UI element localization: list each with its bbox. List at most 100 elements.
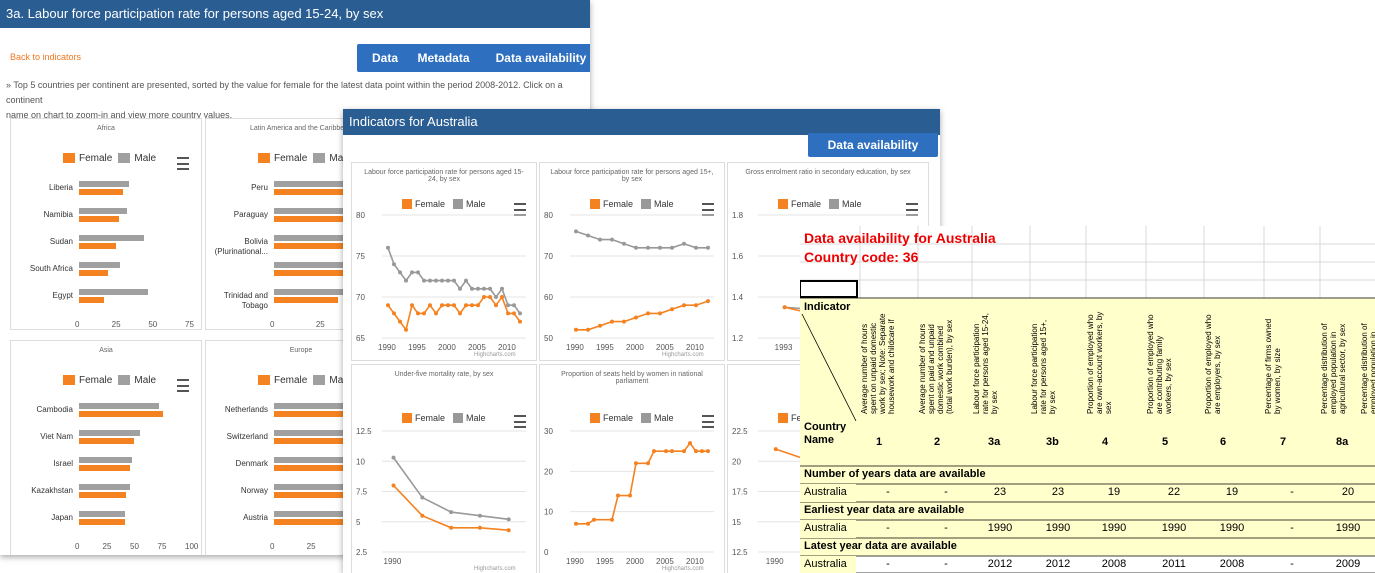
female-bar[interactable] <box>274 519 348 525</box>
value-cell[interactable]: 1990 <box>1328 522 1368 534</box>
category-label[interactable]: Egypt <box>11 291 73 301</box>
male-series-point[interactable] <box>420 495 425 500</box>
category-label[interactable]: Peru <box>206 183 268 193</box>
female-series-point[interactable] <box>586 327 590 332</box>
male-series-point[interactable] <box>506 517 511 522</box>
female-series-point[interactable] <box>392 311 396 316</box>
female-series-point[interactable] <box>646 461 650 466</box>
country-cell[interactable]: Australia <box>804 486 847 498</box>
female-series-point[interactable] <box>488 295 492 299</box>
female-series-point[interactable] <box>446 303 450 308</box>
female-series-point[interactable] <box>694 303 698 308</box>
male-bar[interactable] <box>79 262 121 268</box>
male-bar[interactable] <box>79 181 129 187</box>
male-series-point[interactable] <box>422 278 426 283</box>
male-series-point[interactable] <box>482 286 486 291</box>
male-series-point[interactable] <box>518 311 522 316</box>
female-series-point[interactable] <box>700 449 704 454</box>
male-series-point[interactable] <box>682 241 686 246</box>
female-series-point[interactable] <box>500 295 504 299</box>
indicator-chart[interactable]: Proportion of seats held by women in nat… <box>539 364 725 573</box>
male-series-point[interactable] <box>428 278 432 283</box>
category-label[interactable]: Sudan <box>11 237 73 247</box>
female-series-point[interactable] <box>628 493 632 498</box>
male-series-point[interactable] <box>398 270 402 275</box>
category-label[interactable]: Namibia <box>11 210 73 220</box>
male-series-point[interactable] <box>706 245 710 250</box>
category-label[interactable]: Japan <box>11 513 73 523</box>
chart-menu-icon[interactable] <box>177 157 189 170</box>
male-series-point[interactable] <box>458 286 462 291</box>
male-series-point[interactable] <box>464 278 468 283</box>
female-bar[interactable] <box>79 438 134 444</box>
female-series-point[interactable] <box>410 303 414 308</box>
female-series-point[interactable] <box>404 327 408 332</box>
value-cell[interactable]: - <box>926 558 966 570</box>
value-cell[interactable]: 19 <box>1368 522 1375 534</box>
male-series-line[interactable] <box>575 230 708 249</box>
female-series-point[interactable] <box>682 303 686 308</box>
male-series-point[interactable] <box>494 295 498 299</box>
male-bar[interactable] <box>79 235 144 241</box>
male-series-point[interactable] <box>646 245 650 250</box>
female-series-point[interactable] <box>782 305 787 310</box>
female-series-point[interactable] <box>482 295 486 299</box>
indicator-chart[interactable]: Labour force participation rate for pers… <box>539 162 725 361</box>
category-label[interactable]: Netherlands <box>206 405 268 415</box>
male-series-point[interactable] <box>470 286 474 291</box>
male-series-point[interactable] <box>449 510 454 515</box>
value-cell[interactable]: - <box>926 522 966 534</box>
female-series-point[interactable] <box>518 319 522 324</box>
female-bar[interactable] <box>79 519 126 525</box>
female-series-point[interactable] <box>610 517 614 522</box>
female-series-point[interactable] <box>688 441 692 446</box>
male-bar[interactable] <box>79 484 130 490</box>
category-label[interactable]: Viet Nam <box>11 432 73 442</box>
female-bar[interactable] <box>79 411 163 417</box>
female-series-line[interactable] <box>392 484 509 532</box>
male-bar[interactable] <box>79 457 132 463</box>
male-series-point[interactable] <box>598 237 602 242</box>
male-series-point[interactable] <box>410 270 414 275</box>
male-series-point[interactable] <box>622 241 626 246</box>
female-series-point[interactable] <box>664 449 668 454</box>
male-series-point[interactable] <box>477 513 482 518</box>
female-bar[interactable] <box>274 216 350 222</box>
category-label[interactable]: Trinidad and Tobago <box>206 291 268 311</box>
female-series-point[interactable] <box>440 303 444 308</box>
data-button[interactable]: Data <box>357 44 413 72</box>
female-series-point[interactable] <box>506 528 511 533</box>
value-cell[interactable]: 2012 <box>980 558 1020 570</box>
value-cell[interactable]: 19 <box>1094 486 1134 498</box>
male-series-point[interactable] <box>416 270 420 275</box>
indicator-chart[interactable]: Labour force participation rate for pers… <box>351 162 537 361</box>
male-series-point[interactable] <box>440 278 444 283</box>
indicator-chart[interactable]: Under-five mortality rate, by sex Female M… <box>351 364 537 573</box>
male-bar[interactable] <box>79 208 128 214</box>
female-series-line[interactable] <box>576 300 709 331</box>
female-series-point[interactable] <box>574 521 578 526</box>
female-series-point[interactable] <box>458 311 462 316</box>
male-series-point[interactable] <box>658 245 662 250</box>
value-cell[interactable]: - <box>926 486 966 498</box>
value-cell[interactable]: 1990 <box>1154 522 1194 534</box>
male-series-point[interactable] <box>392 262 396 267</box>
male-bar[interactable] <box>79 430 140 436</box>
female-series-point[interactable] <box>391 483 396 488</box>
female-series-point[interactable] <box>634 461 638 466</box>
male-series-point[interactable] <box>386 245 390 250</box>
female-series-point[interactable] <box>682 449 686 454</box>
category-label[interactable]: Bolivia (Plurinational... <box>206 237 268 257</box>
male-series-point[interactable] <box>500 286 504 291</box>
female-series-line[interactable] <box>387 295 521 332</box>
value-cell[interactable]: 2012 <box>1038 558 1078 570</box>
female-series-point[interactable] <box>422 311 426 316</box>
category-label[interactable]: Norway <box>206 486 268 496</box>
female-series-point[interactable] <box>598 323 602 328</box>
category-label[interactable]: Kazakhstan <box>11 486 73 496</box>
male-bar[interactable] <box>79 289 148 295</box>
category-label[interactable]: Cambodia <box>11 405 73 415</box>
female-bar[interactable] <box>274 297 339 303</box>
female-series-point[interactable] <box>622 319 626 324</box>
country-cell[interactable]: Australia <box>804 522 847 534</box>
